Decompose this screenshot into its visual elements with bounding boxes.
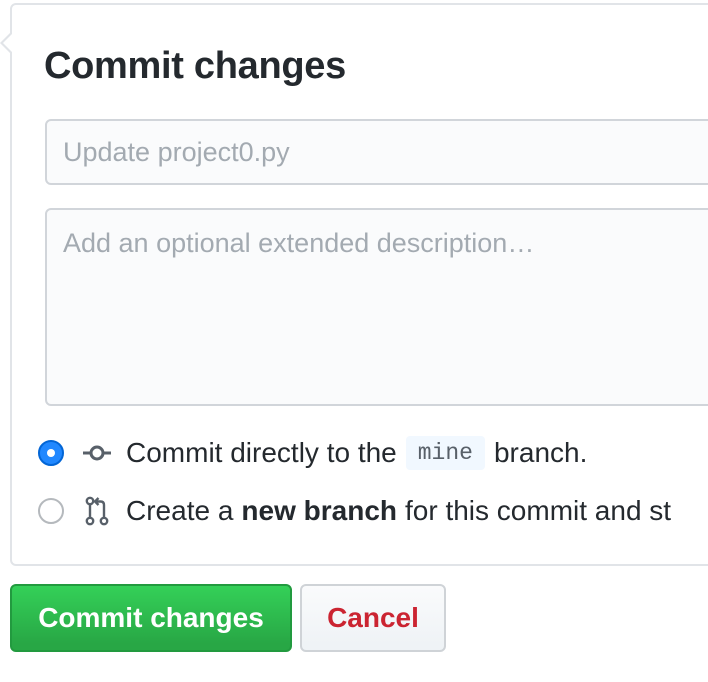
commit-direct-label: Commit directly to the mine branch.	[126, 436, 587, 470]
new-branch-label: Create a new branch for this commit and …	[126, 495, 671, 527]
commit-direct-text-after: branch.	[493, 437, 588, 468]
git-pull-request-icon	[82, 496, 112, 526]
commit-form-title: Commit changes	[44, 45, 346, 87]
new-branch-text-bold: new branch	[241, 495, 397, 526]
commit-direct-radio[interactable]	[38, 440, 64, 466]
commit-direct-text-before: Commit directly to the	[126, 437, 397, 468]
box-pointer-inner	[3, 33, 13, 53]
git-commit-icon	[82, 438, 112, 468]
branch-name: mine	[405, 436, 485, 470]
commit-direct-option[interactable]: Commit directly to the mine branch.	[38, 433, 587, 473]
new-branch-text-after: for this commit and st	[405, 495, 672, 526]
new-branch-text-before: Create a	[126, 495, 234, 526]
commit-changes-button[interactable]: Commit changes	[10, 584, 292, 652]
commit-description-textarea[interactable]	[45, 208, 708, 406]
commit-form-box: Commit changes	[0, 3, 708, 566]
new-branch-option[interactable]: Create a new branch for this commit and …	[38, 491, 671, 531]
commit-changes-page: Commit changes Commit directly to the mi…	[0, 0, 708, 682]
cancel-button[interactable]: Cancel	[300, 584, 446, 652]
commit-summary-input[interactable]	[45, 119, 708, 185]
new-branch-radio[interactable]	[38, 498, 64, 524]
